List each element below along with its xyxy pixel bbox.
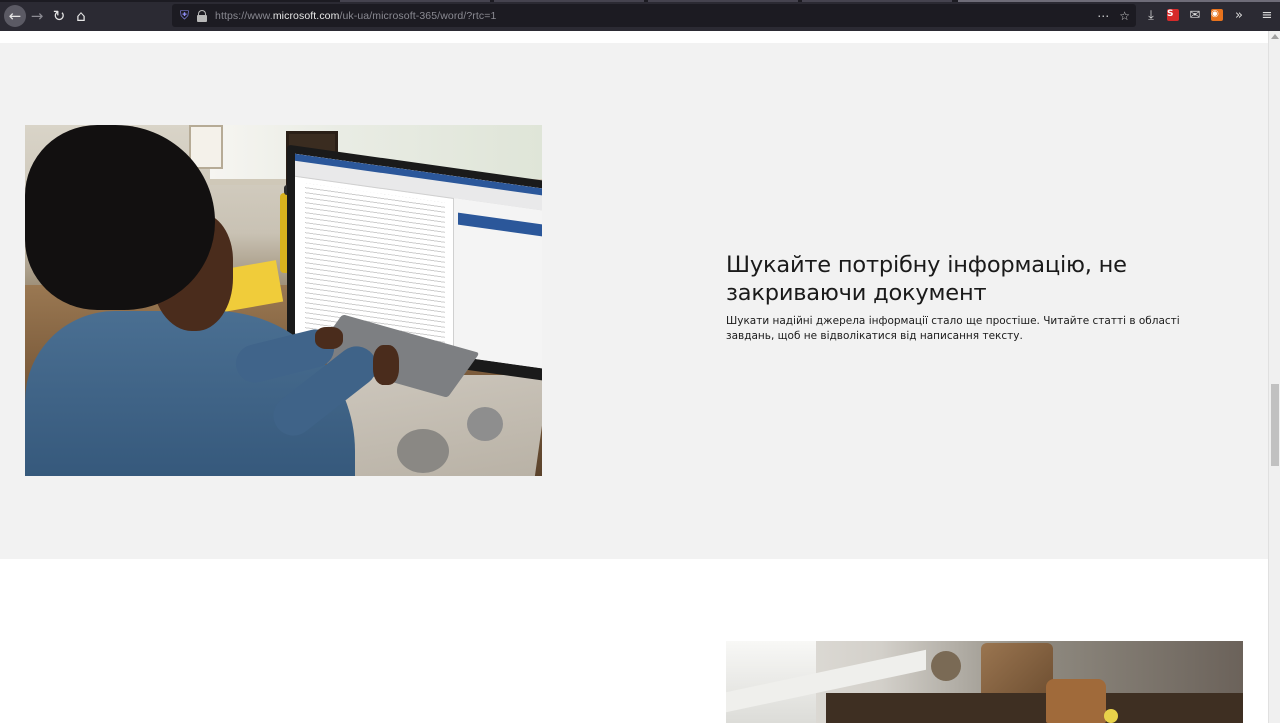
extension-red-icon[interactable]: S bbox=[1164, 6, 1182, 24]
feature-image bbox=[25, 125, 542, 476]
chevron-double-right-icon[interactable]: » bbox=[1230, 6, 1248, 24]
page-scrollbar[interactable] bbox=[1268, 31, 1280, 723]
star-icon[interactable]: ☆ bbox=[1119, 9, 1130, 23]
tab-strip bbox=[0, 0, 1280, 2]
scroll-up-arrow-icon[interactable] bbox=[1271, 34, 1279, 39]
extension-orange-icon[interactable]: ◉ bbox=[1208, 6, 1226, 24]
next-feature-image bbox=[726, 641, 1243, 723]
forward-arrow-icon[interactable]: → bbox=[26, 5, 48, 27]
home-icon[interactable]: ⌂ bbox=[70, 5, 92, 27]
feature-text: Шукайте потрібну інформацію, не закриваю… bbox=[726, 251, 1196, 344]
tab[interactable] bbox=[802, 0, 952, 2]
download-icon[interactable]: ⤓ bbox=[1142, 6, 1160, 24]
reload-icon[interactable]: ↻ bbox=[48, 5, 70, 27]
browser-toolbar: ← → ↻ ⌂ ⛨ https://www.microsoft.com/uk-u… bbox=[0, 0, 1280, 32]
url-text[interactable]: https://www.microsoft.com/uk-ua/microsof… bbox=[215, 10, 496, 22]
more-horizontal-icon[interactable]: ⋯ bbox=[1097, 9, 1109, 23]
tab[interactable] bbox=[340, 0, 490, 2]
tab[interactable] bbox=[648, 0, 798, 2]
web-page: Шукайте потрібну інформацію, не закриваю… bbox=[0, 31, 1268, 723]
url-prefix: https://www. bbox=[215, 9, 273, 22]
hamburger-menu-icon[interactable]: ≡ bbox=[1258, 6, 1276, 24]
lock-icon[interactable] bbox=[197, 9, 207, 22]
address-bar[interactable]: ⛨ https://www.microsoft.com/uk-ua/micros… bbox=[172, 4, 1136, 27]
tab[interactable] bbox=[494, 0, 644, 2]
scrollbar-thumb[interactable] bbox=[1271, 384, 1279, 466]
shield-icon[interactable]: ⛨ bbox=[178, 8, 191, 22]
url-tools: ⋯ ☆ bbox=[1097, 4, 1130, 27]
back-arrow-icon[interactable]: ← bbox=[4, 5, 26, 27]
feature-description: Шукати надійні джерела інформації стало … bbox=[726, 315, 1180, 342]
feature-title: Шукайте потрібну інформацію, не закриваю… bbox=[726, 252, 1127, 306]
url-path: /uk-ua/microsoft-365/word/?rtc=1 bbox=[339, 9, 497, 22]
tab-active[interactable] bbox=[958, 0, 1280, 2]
mail-icon[interactable]: ✉ bbox=[1186, 6, 1204, 24]
url-domain: microsoft.com bbox=[272, 9, 340, 22]
